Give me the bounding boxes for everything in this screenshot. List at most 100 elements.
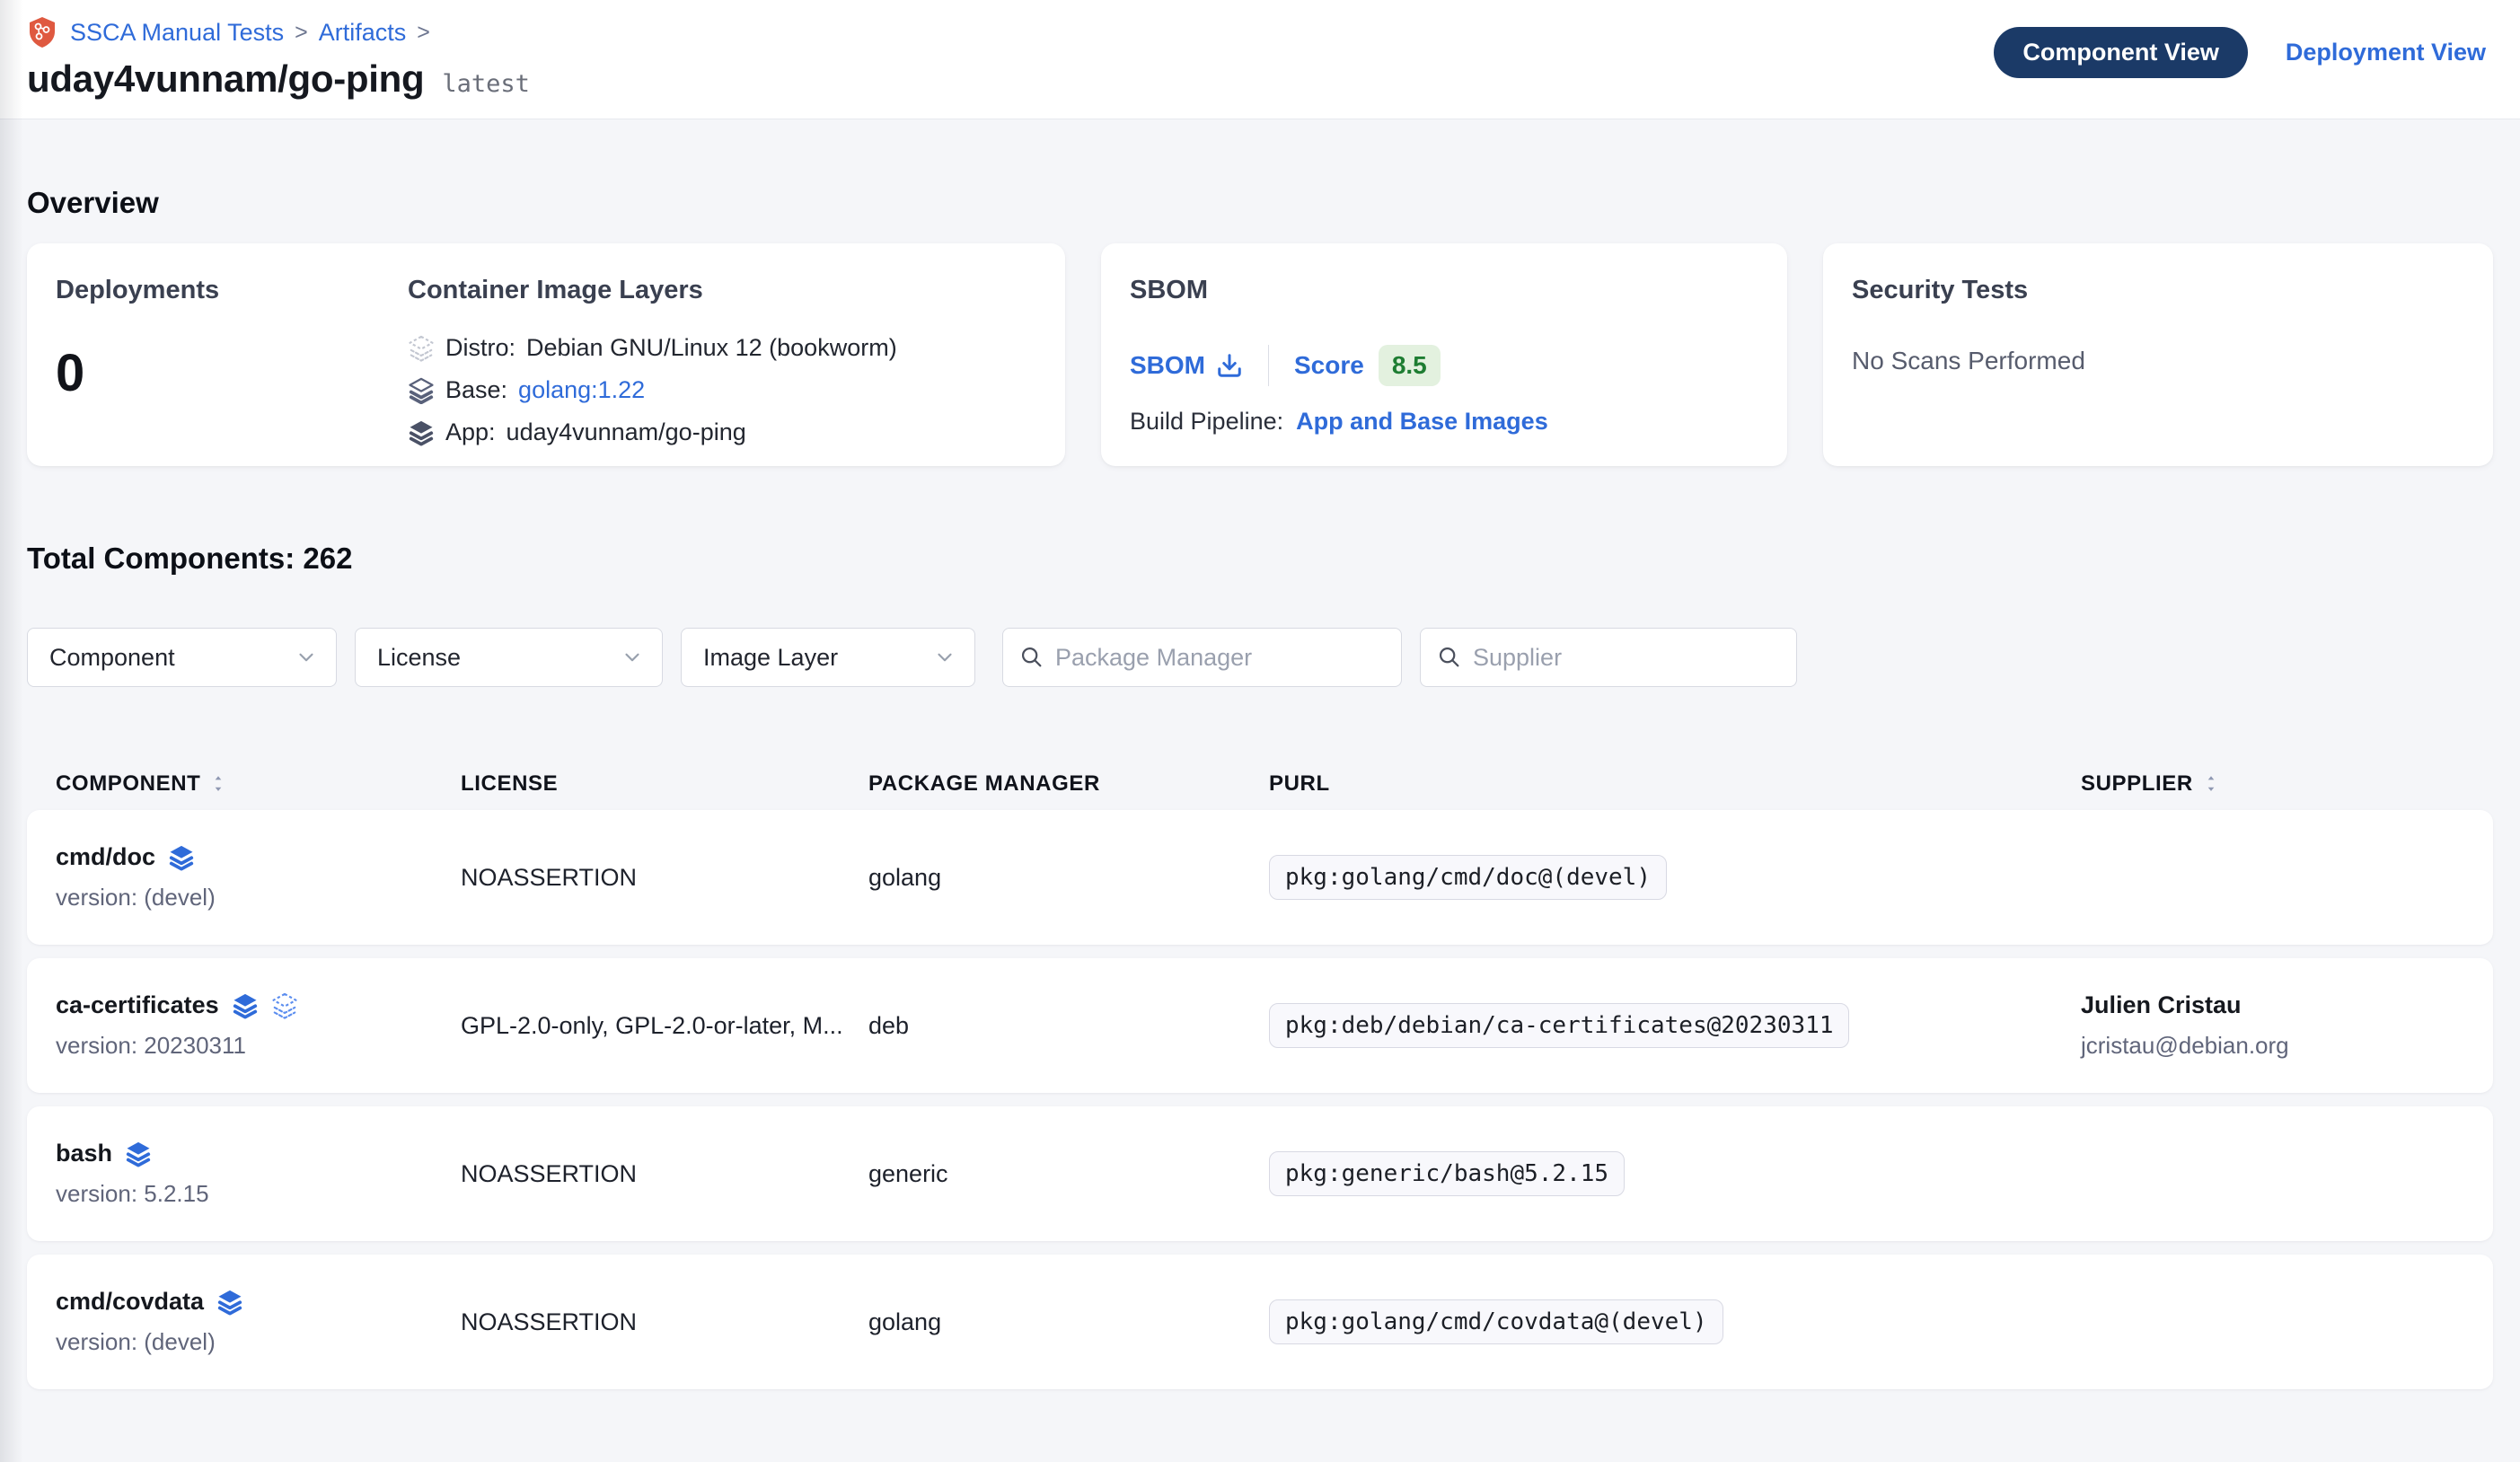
component-filter-label: Component (49, 644, 175, 672)
deployments-label: Deployments (56, 276, 408, 305)
component-version: version: 5.2.15 (56, 1180, 461, 1208)
table-row-ca-certificates[interactable]: ca-certificates version: 20230311 GPL-2.… (27, 958, 2493, 1093)
security-tests-card: Security Tests No Scans Performed (1823, 243, 2493, 466)
sbom-download-link[interactable]: SBOM (1130, 351, 1243, 380)
app-layer-icon (232, 992, 259, 1019)
license-cell: NOASSERTION (461, 1308, 868, 1336)
components-table-header: COMPONENT LICENSE PACKAGE MANAGER PURL S… (27, 771, 2493, 797)
supplier-name: Julien Cristau (2081, 991, 2464, 1019)
base-layer-row: Base: golang:1.22 (408, 376, 897, 404)
download-icon (1216, 352, 1243, 379)
column-header-package-manager-label: PACKAGE MANAGER (868, 771, 1100, 797)
package-manager-cell: golang (868, 1308, 1269, 1336)
column-header-component[interactable]: COMPONENT (56, 771, 461, 797)
breadcrumb-separator: > (293, 20, 310, 46)
artifact-tag: latest (442, 70, 530, 98)
distro-layer-row: Distro: Debian GNU/Linux 12 (bookworm) (408, 334, 897, 362)
package-manager-cell: generic (868, 1160, 1269, 1188)
distro-label: Distro: (445, 334, 515, 362)
license-filter-dropdown[interactable]: License (355, 628, 663, 687)
table-row-cmd-doc[interactable]: cmd/doc version: (devel) NOASSERTION gol… (27, 810, 2493, 945)
chevron-down-icon (933, 646, 956, 669)
purl-chip[interactable]: pkg:generic/bash@5.2.15 (1269, 1151, 1625, 1196)
supplier-email: jcristau@debian.org (2081, 1032, 2464, 1060)
sbom-download-label: SBOM (1130, 351, 1205, 380)
page-title: uday4vunnam/go-ping (27, 57, 424, 101)
column-header-supplier[interactable]: SUPPLIER (2081, 771, 2464, 797)
distro-layer-icon (271, 992, 298, 1019)
app-label: App: (445, 418, 496, 446)
sort-icon[interactable] (2202, 772, 2220, 796)
search-icon (1437, 645, 1462, 670)
purl-chip[interactable]: pkg:deb/debian/ca-certificates@20230311 (1269, 1003, 1849, 1048)
supplier-search-input[interactable] (1473, 644, 1780, 672)
divider (1268, 345, 1269, 386)
ssca-shield-logo-icon (27, 16, 57, 48)
package-manager-cell: golang (868, 864, 1269, 892)
column-header-supplier-label: SUPPLIER (2081, 771, 2193, 797)
breadcrumb-link-ssca-manual-tests[interactable]: SSCA Manual Tests (70, 19, 284, 47)
app-layer-icon (216, 1289, 243, 1316)
component-name: cmd/covdata (56, 1288, 204, 1316)
build-pipeline-link[interactable]: App and Base Images (1296, 408, 1548, 436)
license-filter-label: License (377, 644, 461, 672)
column-header-purl-label: PURL (1269, 771, 1330, 797)
sbom-score-label: Score (1294, 351, 1364, 380)
column-header-purl: PURL (1269, 771, 2081, 797)
table-row-bash[interactable]: bash version: 5.2.15 NOASSERTION generic… (27, 1106, 2493, 1241)
component-name: ca-certificates (56, 991, 219, 1019)
breadcrumb-separator: > (415, 20, 432, 46)
total-components-heading: Total Components: 262 (27, 542, 2493, 576)
build-pipeline-label: Build Pipeline: (1130, 408, 1283, 436)
view-toggle: Component View Deployment View (1994, 27, 2486, 78)
app-layer-icon (168, 844, 195, 871)
app-layer-icon (408, 419, 435, 446)
component-view-button[interactable]: Component View (1994, 27, 2248, 78)
security-tests-status: No Scans Performed (1852, 347, 2464, 375)
sbom-card: SBOM SBOM Score 8.5 Build Pipeline: App … (1101, 243, 1787, 466)
package-manager-search (1002, 628, 1402, 687)
distro-layer-icon (408, 335, 435, 362)
component-name: bash (56, 1140, 112, 1167)
component-version: version: 20230311 (56, 1032, 461, 1060)
column-header-component-label: COMPONENT (56, 771, 200, 797)
app-layer-icon (125, 1141, 152, 1167)
license-cell: GPL-2.0-only, GPL-2.0-or-later, M... (461, 1012, 868, 1040)
search-icon (1019, 645, 1044, 670)
sbom-card-title: SBOM (1130, 276, 1758, 305)
license-cell: NOASSERTION (461, 1160, 868, 1188)
package-manager-cell: deb (868, 1012, 1269, 1040)
container-image-layers-title: Container Image Layers (408, 276, 897, 305)
component-filter-dropdown[interactable]: Component (27, 628, 337, 687)
base-image-link[interactable]: golang:1.22 (518, 376, 645, 404)
column-header-license-label: LICENSE (461, 771, 558, 797)
sort-icon[interactable] (209, 772, 227, 796)
deployments-count: 0 (56, 343, 408, 403)
image-layer-filter-dropdown[interactable]: Image Layer (681, 628, 975, 687)
package-manager-search-input[interactable] (1055, 644, 1385, 672)
column-header-license: LICENSE (461, 771, 868, 797)
supplier-search (1420, 628, 1797, 687)
overview-heading: Overview (27, 186, 2493, 220)
component-version: version: (devel) (56, 1328, 461, 1356)
distro-value: Debian GNU/Linux 12 (bookworm) (526, 334, 897, 362)
app-value: uday4vunnam/go-ping (507, 418, 746, 446)
chevron-down-icon (621, 646, 644, 669)
base-label: Base: (445, 376, 507, 404)
app-layer-row: App: uday4vunnam/go-ping (408, 418, 897, 446)
table-row-cmd-covdata[interactable]: cmd/covdata version: (devel) NOASSERTION… (27, 1255, 2493, 1389)
image-layer-filter-label: Image Layer (703, 644, 838, 672)
deployment-view-button[interactable]: Deployment View (2286, 39, 2486, 66)
deployments-and-layers-card: Deployments 0 Container Image Layers Dis… (27, 243, 1065, 466)
column-header-package-manager: PACKAGE MANAGER (868, 771, 1269, 797)
license-cell: NOASSERTION (461, 864, 868, 892)
purl-chip[interactable]: pkg:golang/cmd/doc@(devel) (1269, 855, 1667, 900)
chevron-down-icon (295, 646, 318, 669)
sbom-score-badge: 8.5 (1379, 345, 1441, 386)
security-tests-title: Security Tests (1852, 276, 2464, 305)
page-header: SSCA Manual Tests > Artifacts > uday4vun… (0, 0, 2520, 119)
purl-chip[interactable]: pkg:golang/cmd/covdata@(devel) (1269, 1299, 1723, 1344)
component-name: cmd/doc (56, 843, 155, 871)
breadcrumb-link-artifacts[interactable]: Artifacts (319, 19, 407, 47)
base-layer-icon (408, 377, 435, 404)
